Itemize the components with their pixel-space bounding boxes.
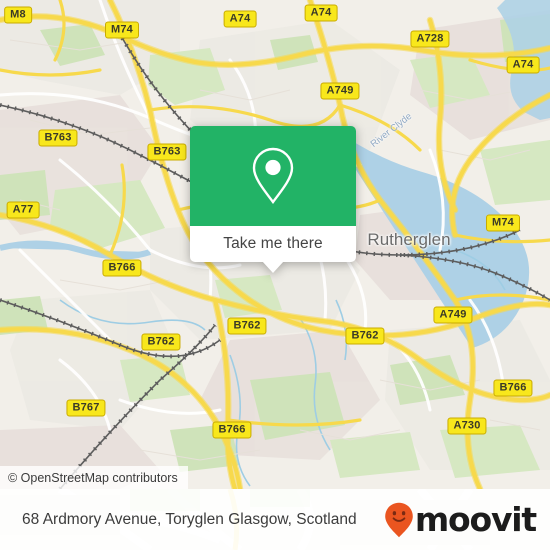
moovit-map-page: .land{fill:#f2efe9} .urban{fill:#eceae4}…	[0, 0, 550, 550]
place-label-rutherglen: Rutherglen	[367, 230, 451, 249]
road-shield: A77	[6, 201, 40, 219]
road-shield: B766	[493, 379, 533, 397]
card-pointer-tail	[262, 261, 284, 273]
take-me-there-card[interactable]: Take me there	[190, 126, 356, 273]
card-action-area[interactable]: Take me there	[190, 226, 356, 262]
road-shield: M74	[486, 214, 520, 232]
footer-bar: 68 Ardmory Avenue, Toryglen Glasgow, Sco…	[0, 489, 550, 550]
road-shield: A730	[447, 417, 487, 435]
footer-content-row: 68 Ardmory Avenue, Toryglen Glasgow, Sco…	[0, 489, 550, 550]
road-shield: M8	[4, 6, 32, 24]
road-shield: A74	[506, 56, 540, 74]
map-canvas[interactable]: .land{fill:#f2efe9} .urban{fill:#eceae4}…	[0, 0, 550, 489]
card-icon-area	[190, 126, 356, 226]
osm-attribution[interactable]: © OpenStreetMap contributors	[0, 466, 188, 489]
road-shield: M74	[105, 21, 139, 39]
road-shield: B767	[66, 399, 106, 417]
road-shield: B762	[227, 317, 267, 335]
osm-attribution-text: © OpenStreetMap contributors	[8, 470, 178, 485]
moovit-logo[interactable]: moovit	[384, 500, 537, 539]
take-me-there-label: Take me there	[223, 235, 323, 252]
address-label: 68 Ardmory Avenue, Toryglen Glasgow, Sco…	[22, 510, 357, 528]
road-shield: A74	[223, 10, 257, 28]
road-shield: A749	[320, 82, 360, 100]
road-shield: B763	[147, 143, 187, 161]
map-pin-icon	[252, 147, 294, 204]
moovit-smiley-pin-icon	[385, 502, 413, 537]
road-shield: B763	[38, 129, 78, 147]
road-shield: A749	[433, 306, 473, 324]
road-shield: B766	[102, 259, 142, 277]
road-shield: B766	[212, 421, 252, 439]
road-shield: A728	[410, 30, 450, 48]
moovit-wordmark: moovit	[414, 500, 537, 539]
road-shield: B762	[345, 327, 385, 345]
road-shield: B762	[141, 333, 181, 351]
road-shield: A74	[304, 4, 338, 22]
